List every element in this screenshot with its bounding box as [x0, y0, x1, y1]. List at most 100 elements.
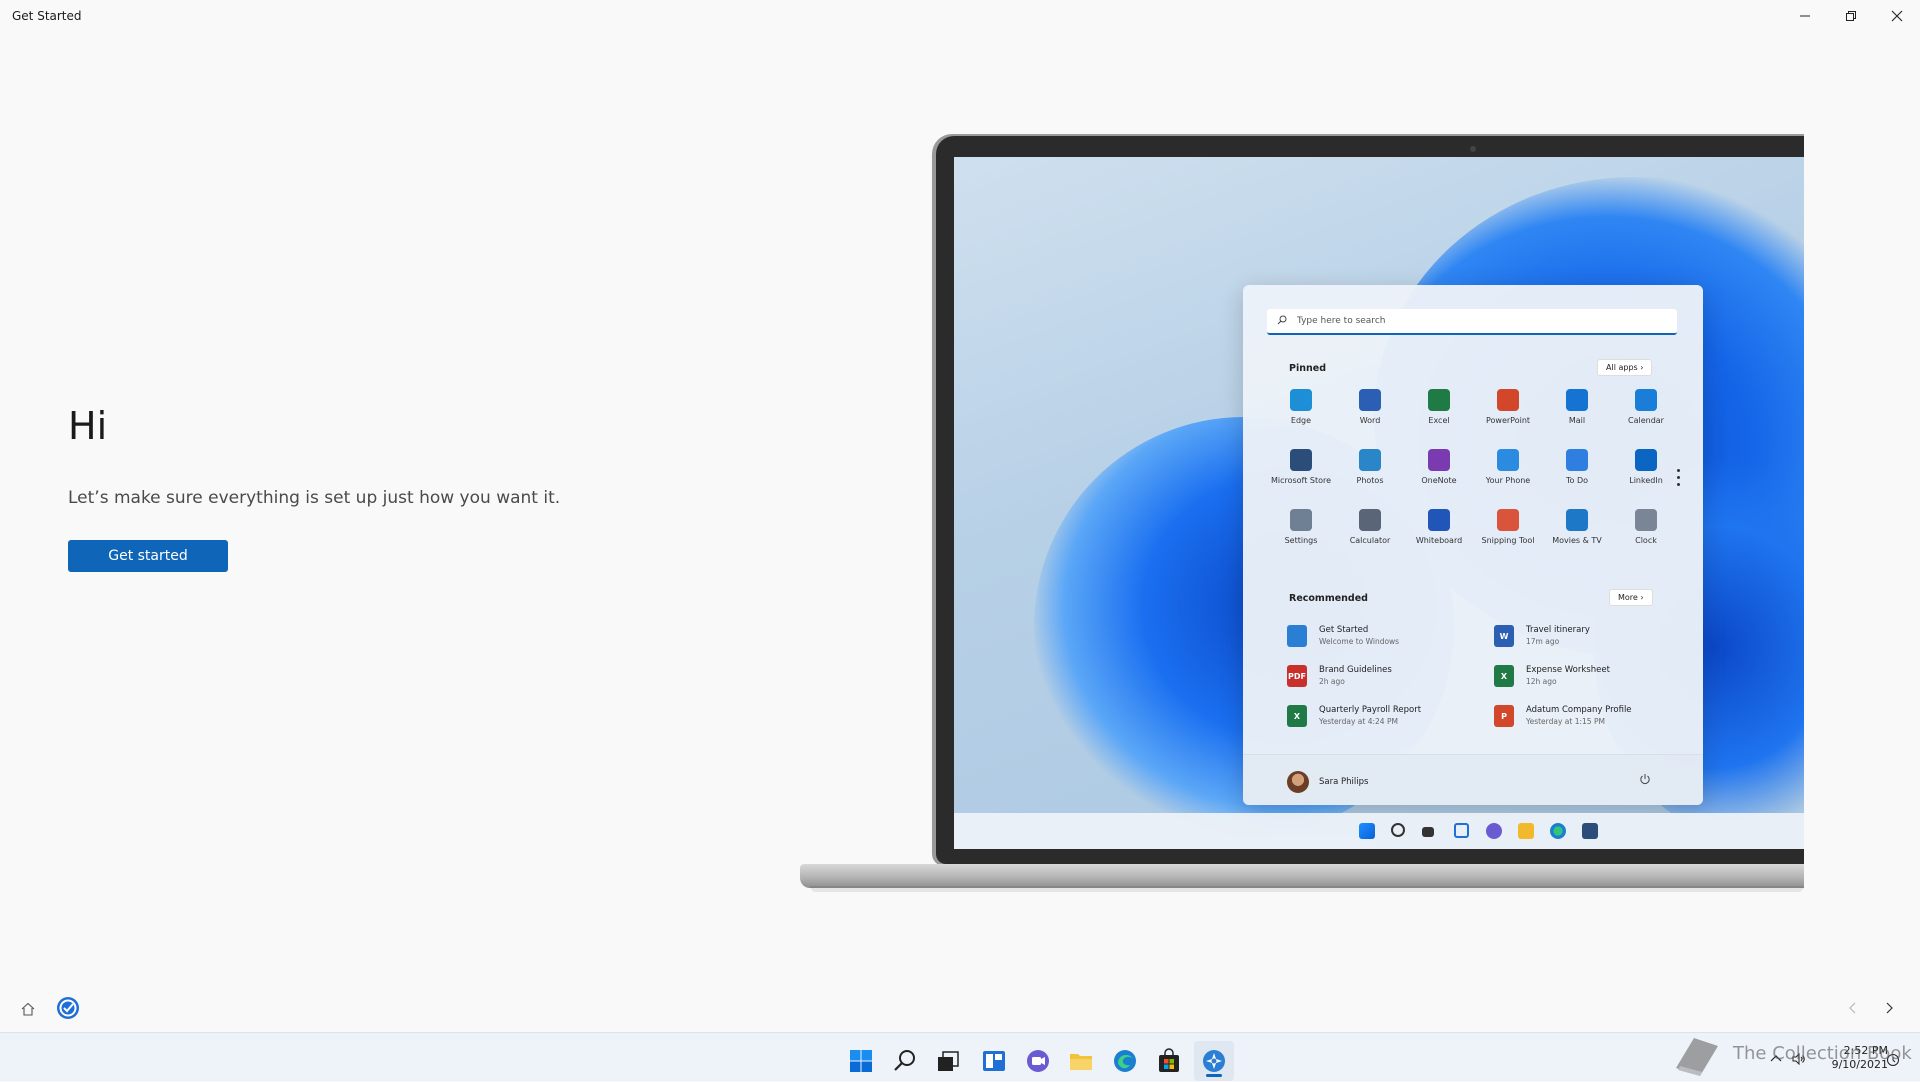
recommended-title: Expense Worksheet: [1526, 665, 1610, 675]
start-search-placeholder: Type here to search: [1297, 316, 1386, 326]
widgets-icon: [1454, 823, 1469, 838]
pinned-app-label: Snipping Tool: [1481, 536, 1535, 545]
word-icon: [1359, 389, 1381, 411]
chevron-left-icon: [1849, 1002, 1856, 1014]
store-icon: [1582, 823, 1598, 839]
file-explorer-icon: [1518, 823, 1534, 839]
calendar-icon: [1635, 389, 1657, 411]
pdf-icon: PDF: [1287, 665, 1307, 687]
taskbar-file-explorer-button[interactable]: [1061, 1041, 1101, 1081]
phone-icon: [1497, 449, 1519, 471]
minimize-button[interactable]: [1782, 0, 1828, 32]
illustration-taskbar: [954, 813, 1804, 849]
edge-icon: [1290, 389, 1312, 411]
chat-icon: [1027, 1050, 1049, 1072]
restore-icon: [1846, 11, 1856, 21]
recommended-title: Get Started: [1319, 625, 1369, 635]
recommended-item: Get Started Welcome to Windows: [1287, 623, 1477, 655]
book-icon: [1676, 1038, 1718, 1076]
get-started-icon: [1203, 1050, 1225, 1072]
photos-icon: [1359, 449, 1381, 471]
title-bar: Get Started: [0, 0, 1920, 32]
pinned-app: PowerPoint: [1474, 389, 1542, 425]
powerpoint-doc-icon: P: [1494, 705, 1514, 727]
recommended-subtitle: 2h ago: [1319, 677, 1345, 686]
next-button[interactable]: [1874, 993, 1904, 1023]
all-apps-pill: All apps ›: [1597, 359, 1653, 376]
recommended-subtitle: Welcome to Windows: [1319, 637, 1400, 646]
pinned-app: Mail: [1543, 389, 1611, 425]
recommended-item: X Expense Worksheet 12h ago: [1494, 663, 1684, 695]
recommended-title: Brand Guidelines: [1319, 665, 1392, 675]
recommended-title: Adatum Company Profile: [1526, 705, 1632, 715]
store-icon: [1290, 449, 1312, 471]
taskbar-start-button[interactable]: [841, 1041, 881, 1081]
pinned-app: Edge: [1267, 389, 1335, 425]
pinned-app: Your Phone: [1474, 449, 1542, 485]
more-pill: More ›: [1609, 589, 1653, 606]
recommended-subtitle: 17m ago: [1526, 637, 1560, 646]
recommended-subtitle: Yesterday at 4:24 PM: [1319, 717, 1398, 726]
edge-icon: [1114, 1050, 1136, 1072]
pinned-app-label: OneNote: [1421, 476, 1457, 485]
search-icon: [894, 1050, 915, 1071]
recommended-item: PDF Brand Guidelines 2h ago: [1287, 663, 1477, 695]
previous-button[interactable]: [1838, 993, 1868, 1023]
more-pages-icon: [1677, 465, 1680, 490]
chevron-right-icon: [1886, 1002, 1893, 1014]
all-apps-label: All apps: [1606, 363, 1638, 372]
start-footer: Sara Philips: [1243, 754, 1703, 805]
window-title: Get Started: [12, 9, 82, 23]
file-explorer-icon: [1070, 1054, 1092, 1070]
linkedin-icon: [1635, 449, 1657, 471]
movies-icon: [1566, 509, 1588, 531]
start-search-box: Type here to search: [1267, 309, 1677, 335]
excel-doc-icon: X: [1494, 665, 1514, 687]
pinned-app-label: LinkedIn: [1629, 476, 1663, 485]
store-icon: [1159, 1048, 1179, 1072]
pinned-app-label: Microsoft Store: [1270, 476, 1332, 485]
tips-app-icon[interactable]: [55, 995, 81, 1021]
taskbar-widgets-button[interactable]: [974, 1041, 1014, 1081]
pinned-app-label: Clock: [1635, 536, 1657, 545]
pinned-app: Microsoft Store: [1267, 449, 1335, 485]
pinned-app: Movies & TV: [1543, 509, 1611, 545]
onenote-icon: [1428, 449, 1450, 471]
recommended-title: Quarterly Payroll Report: [1319, 705, 1422, 715]
close-icon: [1891, 10, 1903, 22]
get-started-button[interactable]: Get started: [68, 540, 228, 572]
search-icon: [1277, 315, 1287, 325]
pinned-app-label: Word: [1359, 416, 1381, 425]
restore-button[interactable]: [1828, 0, 1874, 32]
chat-icon: [1486, 823, 1502, 839]
excel-doc-icon: X: [1287, 705, 1307, 727]
taskbar-chat-button[interactable]: [1018, 1041, 1058, 1081]
taskbar-edge-button[interactable]: [1105, 1041, 1145, 1081]
active-app-indicator: [1206, 1074, 1222, 1077]
user-avatar: [1287, 771, 1309, 793]
pinned-app: OneNote: [1405, 449, 1473, 485]
pinned-app: Snipping Tool: [1474, 509, 1542, 545]
pinned-app-label: Whiteboard: [1415, 536, 1463, 545]
more-label: More: [1618, 593, 1638, 602]
pinned-app-label: Calendar: [1628, 416, 1664, 425]
close-button[interactable]: [1874, 0, 1920, 32]
recommended-item: X Quarterly Payroll Report Yesterday at 4:…: [1287, 703, 1477, 735]
calculator-icon: [1359, 509, 1381, 531]
pinned-app: LinkedIn: [1612, 449, 1680, 485]
home-button[interactable]: [14, 995, 42, 1023]
watermark-text: The Collection Book: [1733, 1043, 1912, 1064]
pinned-app: Settings: [1267, 509, 1335, 545]
laptop-screen: Type here to search Pinned All apps › Ed…: [954, 157, 1804, 849]
taskbar-search-button[interactable]: [885, 1041, 925, 1081]
camera-icon: [1470, 146, 1476, 152]
taskbar-task-view-button[interactable]: [928, 1041, 968, 1081]
clock-icon: [1635, 509, 1657, 531]
search-icon: [1391, 823, 1405, 837]
pinned-app: Clock: [1612, 509, 1680, 545]
taskbar-store-button[interactable]: [1149, 1041, 1189, 1081]
powerpoint-icon: [1497, 389, 1519, 411]
watermark: The Collection Book: [1670, 1030, 1920, 1080]
pinned-app: Excel: [1405, 389, 1473, 425]
pinned-app-label: Excel: [1428, 416, 1450, 425]
